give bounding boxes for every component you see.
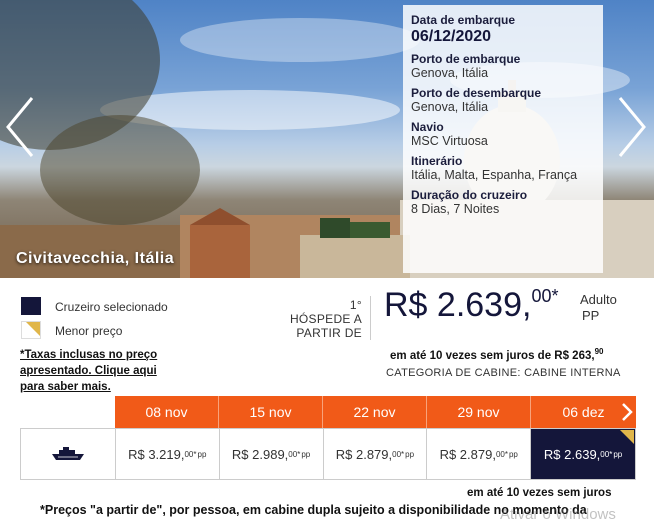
lowest-price-swatch [21,321,41,339]
cruise-info-panel: Data de embarque 06/12/2020 Porto de emb… [403,5,603,273]
taxes-info-link[interactable]: *Taxas inclusas no preço apresentado. Cl… [20,347,180,395]
price-cell-pp: pp [613,449,623,459]
departure-date-label: Data de embarque [411,13,516,27]
ship-name: MSC Virtuosa [411,134,488,148]
price-cell-star: * [504,449,508,459]
chevron-right-icon[interactable] [614,92,650,162]
selected-cruise-swatch [21,297,41,315]
price-cell[interactable]: R$ 2.879, 00 * pp [324,429,428,479]
date-tab[interactable]: 08 nov [115,396,219,428]
price-cell-cents: 00 [600,449,610,459]
price-cell-star: * [609,449,613,459]
price-cell-value: R$ 3.219, [128,446,185,462]
duration: 8 Dias, 7 Noites [411,202,500,216]
price-row: R$ 3.219, 00 * pp R$ 2.989, 00 * pp R$ 2.879, 0… [20,428,636,480]
price-cell-pp: pp [197,449,207,459]
price-cell-cents: 00 [392,449,402,459]
price-unit: Adulto PP [580,292,628,324]
guest-label-line-3: PARTIR DE [296,326,362,340]
date-tab[interactable]: 15 nov [219,396,323,428]
cabin-category: CATEGORIA DE CABINE: CABINE INTERNA [386,367,621,379]
price-cell-value: R$ 2.989, [231,446,289,462]
price-cell-star: * [297,449,301,459]
price-cell[interactable]: R$ 2.989, 00 * pp [220,429,324,479]
destination-city: Civitavecchia, Itália [16,250,175,267]
price-unit-adult: Adulto [580,292,617,307]
ship-label: Navio [411,120,444,134]
installments-bottom: em até 10 vezes sem juros [467,487,612,499]
installments-main: em até 10 vezes sem juros de R$ 263, [390,349,595,362]
price-cell-pp: pp [301,449,311,459]
guest-label: 1° HÓSPEDE A PARTIR DE [280,298,362,340]
main-price: R$ 2.639,00* [384,286,558,325]
hero-banner: Civitavecchia, Itália Data de embarque 0… [0,0,654,278]
price-cell-value: R$ 2.879, [335,446,393,462]
price-cell[interactable]: R$ 2.879, 00 * pp [427,429,532,479]
price-cell[interactable]: R$ 3.219, 00 * pp [116,429,220,479]
price-cell-cents: 00 [184,449,194,459]
windows-activation-watermark: Ativar o Windows [500,506,616,521]
price-divider [370,296,371,340]
price-cell-value: R$ 2.879, [439,446,496,462]
date-tabs: 08 nov 15 nov 22 nov 29 nov 06 dez [115,396,636,428]
duration-label: Duração do cruzeiro [411,188,528,202]
price-cell-cents: 00 [288,449,298,459]
price-unit-pp: PP [582,308,600,323]
date-tab[interactable]: 29 nov [427,396,531,428]
selected-cruise-legend: Cruzeiro selecionado [55,300,168,314]
price-cell-selected[interactable]: R$ 2.639, 00 * pp [531,429,635,479]
price-cell-star: * [401,449,405,459]
guest-label-line-1: 1° [349,298,362,312]
installments-cents: 90 [594,347,604,356]
chevron-left-icon[interactable] [2,92,38,162]
date-tab[interactable]: 22 nov [323,396,427,428]
embark-port-label: Porto de embarque [411,52,521,66]
price-cell-pp: pp [508,449,518,459]
price-cell-pp: pp [405,449,415,459]
itinerary-label: Itinerário [411,154,463,168]
main-price-value: R$ 2.639, [384,286,532,324]
guest-label-line-2: HÓSPEDE A [289,312,362,326]
main-price-cents: 00* [531,286,559,306]
embark-port: Genova, Itália [411,66,489,80]
lowest-price-legend: Menor preço [55,324,123,338]
price-cell-value: R$ 2.639, [543,446,601,462]
ship-cell [21,429,116,479]
price-cell-star: * [193,449,197,459]
disembark-port-label: Porto de desembarque [411,86,542,100]
departure-date: 06/12/2020 [411,28,492,45]
price-cell-cents: 00 [495,449,505,459]
installments-text: em até 10 vezes sem juros de R$ 263,90 [390,347,603,362]
lowest-price-marker [619,430,634,444]
disembark-port: Genova, Itália [411,100,489,114]
itinerary: Itália, Malta, Espanha, França [411,168,578,182]
ship-icon [51,447,84,460]
chevron-right-icon[interactable] [618,400,636,424]
